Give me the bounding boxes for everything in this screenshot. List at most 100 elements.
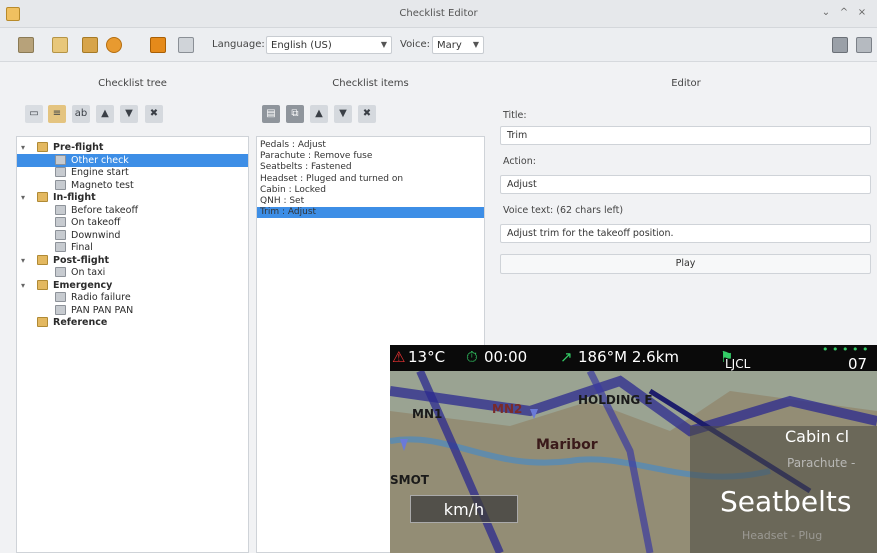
rename-icon[interactable]: ab xyxy=(72,105,90,123)
tree-item-label: PAN PAN PAN xyxy=(71,304,134,316)
tree-item-label: Other check xyxy=(71,154,129,166)
checklist-icon xyxy=(55,154,66,165)
voice-text-label: Voice text: (62 chars left) xyxy=(503,205,624,216)
settings-icon[interactable] xyxy=(106,37,122,53)
tree-item[interactable]: PAN PAN PAN xyxy=(17,304,248,317)
checklist-overlay-next: Headset - Plug xyxy=(742,529,823,542)
items-header: Checklist items xyxy=(332,78,409,89)
item-delete-icon[interactable]: ✖ xyxy=(358,105,376,123)
tree-item-label: On takeoff xyxy=(71,217,121,228)
add-group-icon[interactable]: ▭ xyxy=(25,105,43,123)
checklist-item[interactable]: Trim : Adjust xyxy=(257,207,484,219)
heading: 186°M 2.6km xyxy=(578,348,679,366)
print-icon[interactable] xyxy=(178,37,194,53)
minimize-button[interactable]: ⌄ xyxy=(820,7,832,18)
voice-text-field[interactable]: Adjust trim for the takeoff position. xyxy=(500,224,871,243)
waypoint-mn1: MN1 xyxy=(412,407,443,421)
add-item-icon[interactable]: ≡ xyxy=(48,105,66,123)
duplicate-item-icon[interactable]: ⧉ xyxy=(286,105,304,123)
play-button[interactable]: Play xyxy=(500,254,871,274)
tree-item-label: Before takeoff xyxy=(71,204,138,216)
folder-icon xyxy=(37,192,48,202)
tree-group-label: Pre-flight xyxy=(53,142,104,153)
expand-icon[interactable]: ▾ xyxy=(21,279,25,292)
action-field[interactable]: Adjust xyxy=(500,175,871,194)
temperature: 13°C xyxy=(408,348,446,366)
folder-icon xyxy=(37,142,48,152)
checklist-overlay-previous: Parachute - xyxy=(787,456,856,470)
folder-icon xyxy=(37,254,48,265)
timer-icon: ⏱ xyxy=(466,348,478,366)
tree-item-label: Engine start xyxy=(71,167,129,178)
checklist-icon xyxy=(55,179,66,190)
checklist-icon xyxy=(55,304,66,315)
tree-item-label: Final xyxy=(71,242,93,253)
tree-group[interactable]: ▾ In-flight xyxy=(17,191,248,204)
waypoint-mn2: MN2 xyxy=(492,402,523,416)
checklist-icon xyxy=(55,217,66,227)
checklist-item[interactable]: QNH : Set xyxy=(257,196,484,207)
tree-item[interactable]: Before takeoff xyxy=(17,204,248,217)
tree-item-label: Magneto test xyxy=(71,179,134,191)
chevron-down-icon: ▼ xyxy=(472,40,479,49)
chevron-down-icon: ▼ xyxy=(380,40,387,49)
close-button[interactable]: × xyxy=(856,7,868,18)
tree-item[interactable]: Other check xyxy=(17,153,248,167)
navigation-preview: ⚠ 13°C ⏱ 00:00 ↗ 186°M 2.6km ⚑ LJCL • • … xyxy=(390,345,877,553)
save-icon[interactable] xyxy=(82,37,98,53)
language-label: Language: xyxy=(212,39,265,50)
voice-value: Mary xyxy=(437,40,462,51)
action-label: Action: xyxy=(503,156,536,167)
tree-group[interactable]: ▾ Post-flight xyxy=(17,254,248,267)
window-title: Checklist Editor xyxy=(399,8,478,19)
heading-icon: ↗ xyxy=(560,348,573,366)
new-icon[interactable] xyxy=(52,37,68,53)
preview-icon[interactable] xyxy=(832,37,848,53)
tree-group[interactable]: Reference xyxy=(17,316,248,329)
expand-icon[interactable]: ▾ xyxy=(21,141,25,154)
title-field[interactable]: Trim xyxy=(500,126,871,145)
tree-item[interactable]: Radio failure xyxy=(17,291,248,304)
tree-item[interactable]: Final xyxy=(17,241,248,254)
tree-group-label: In-flight xyxy=(53,192,96,203)
item-up-icon[interactable]: ▲ xyxy=(310,105,328,123)
tree-item[interactable]: On taxi xyxy=(17,266,248,279)
maximize-button[interactable]: ^ xyxy=(838,7,850,18)
tree-header: Checklist tree xyxy=(98,78,167,89)
tree-item[interactable]: On takeoff xyxy=(17,216,248,229)
tree-item[interactable]: Engine start xyxy=(17,166,248,179)
export-icon[interactable] xyxy=(150,37,166,53)
checklist-tree[interactable]: ▾ Pre-flight Other check Engine start Magnet… xyxy=(16,136,249,553)
info-icon[interactable] xyxy=(856,37,872,53)
delete-icon[interactable]: ✖ xyxy=(145,105,163,123)
title-label: Title: xyxy=(503,110,527,121)
checklist-item[interactable]: Seatbelts : Fastened xyxy=(257,162,484,173)
checklist-item[interactable]: Parachute : Remove fuse xyxy=(257,151,484,162)
checklist-item[interactable]: Headset : Pluged and turned on xyxy=(257,174,484,185)
language-select[interactable]: English (US) ▼ xyxy=(266,36,392,54)
item-down-icon[interactable]: ▼ xyxy=(334,105,352,123)
tree-group[interactable]: ▾ Pre-flight xyxy=(17,141,248,154)
tree-group-label: Post-flight xyxy=(53,254,110,266)
airport: LJCL xyxy=(725,357,751,371)
add-checklist-item-icon[interactable]: ▤ xyxy=(262,105,280,123)
waypoint-smot: SMOT xyxy=(390,473,429,487)
checklist-icon xyxy=(55,204,66,215)
checklist-item[interactable]: Cabin : Locked xyxy=(257,185,484,196)
tree-item-label: Downwind xyxy=(71,229,121,241)
move-up-icon[interactable]: ▲ xyxy=(96,105,114,123)
voice-select[interactable]: Mary ▼ xyxy=(432,36,484,54)
move-down-icon[interactable]: ▼ xyxy=(120,105,138,123)
tree-item[interactable]: Downwind xyxy=(17,229,248,242)
editor-header: Editor xyxy=(671,78,701,89)
open-icon[interactable] xyxy=(18,37,34,53)
expand-icon[interactable]: ▾ xyxy=(21,191,25,204)
checklist-item[interactable]: Pedals : Adjust xyxy=(257,140,484,151)
speed-unit-box: km/h xyxy=(410,495,518,523)
toolbar: Language: English (US) ▼ Voice: Mary ▼ xyxy=(0,28,877,62)
tree-item[interactable]: Magneto test xyxy=(17,179,248,192)
language-value: English (US) xyxy=(271,40,332,51)
tree-group[interactable]: ▾ Emergency xyxy=(17,279,248,292)
expand-icon[interactable]: ▾ xyxy=(21,254,25,267)
checklist-icon xyxy=(55,267,66,277)
